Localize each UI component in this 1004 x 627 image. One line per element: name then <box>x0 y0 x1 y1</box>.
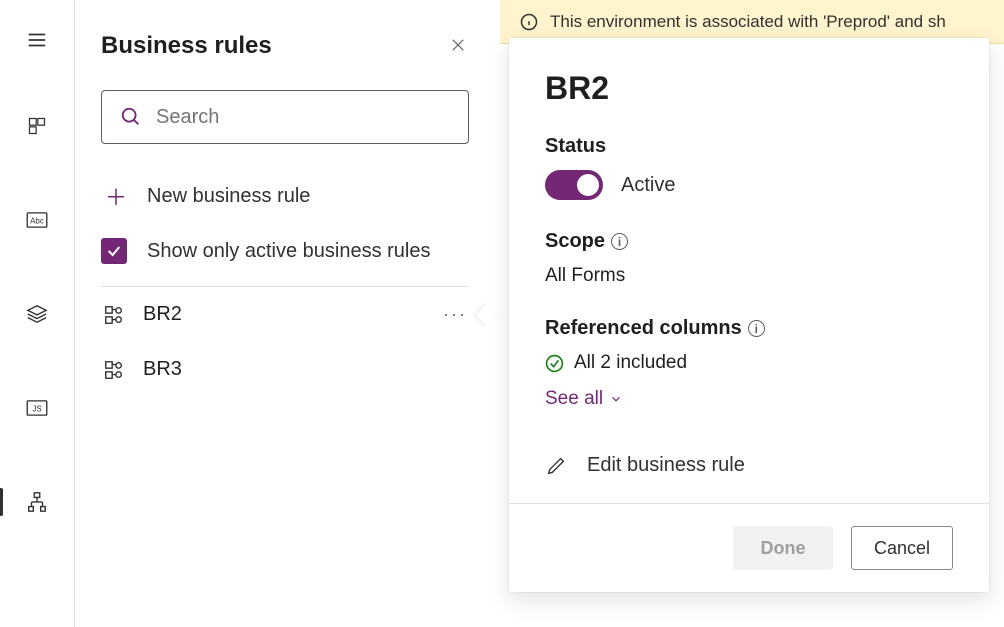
rule-row-br3[interactable]: BR3 <box>101 342 469 397</box>
new-rule-label: New business rule <box>147 185 310 208</box>
status-toggle[interactable] <box>545 170 603 200</box>
search-icon <box>120 106 142 128</box>
rule-row-br2[interactable]: BR2 ··· <box>101 287 469 342</box>
banner-text: This environment is associated with 'Pre… <box>550 12 946 32</box>
search-input[interactable] <box>156 106 450 129</box>
check-circle-icon <box>545 354 564 373</box>
nav-layers-icon[interactable] <box>17 294 57 334</box>
rule-details-flyout: BR2 Status Active Scope i All Forms Refe… <box>509 38 989 592</box>
flyout-pointer <box>476 303 499 326</box>
info-icon[interactable]: i <box>748 320 765 337</box>
done-button[interactable]: Done <box>733 526 833 570</box>
see-all-label: See all <box>545 388 603 410</box>
info-icon <box>520 13 538 31</box>
scope-value: All Forms <box>545 265 953 287</box>
flyout-title: BR2 <box>545 70 953 107</box>
nav-business-rules-icon[interactable] <box>17 482 57 522</box>
status-label: Status <box>545 135 953 158</box>
show-active-label: Show only active business rules <box>147 240 430 263</box>
business-rule-icon <box>103 359 125 381</box>
info-icon[interactable]: i <box>611 233 628 250</box>
svg-text:Abc: Abc <box>30 217 44 226</box>
edit-business-rule-button[interactable]: Edit business rule <box>545 454 953 477</box>
see-all-link[interactable]: See all <box>545 388 953 410</box>
check-icon <box>106 243 122 259</box>
nav-js-icon[interactable]: JS <box>17 388 57 428</box>
refcols-value: All 2 included <box>574 352 687 374</box>
rule-name: BR2 <box>143 303 182 326</box>
nav-apps-icon[interactable] <box>17 106 57 146</box>
scope-label: Scope <box>545 230 605 253</box>
nav-abc-icon[interactable]: Abc <box>17 200 57 240</box>
status-value: Active <box>621 174 675 197</box>
pencil-icon <box>545 455 567 477</box>
panel-close-button[interactable] <box>449 36 469 56</box>
refcols-label: Referenced columns <box>545 317 742 340</box>
rule-name: BR3 <box>143 358 182 381</box>
chevron-down-icon <box>609 392 623 406</box>
search-box[interactable] <box>101 90 469 144</box>
rule-more-button[interactable]: ··· <box>443 304 467 325</box>
business-rule-icon <box>103 304 125 326</box>
cancel-button[interactable]: Cancel <box>851 526 953 570</box>
nav-rail: Abc JS <box>0 0 75 627</box>
svg-text:JS: JS <box>32 405 41 414</box>
new-business-rule-button[interactable]: ＋ New business rule <box>101 172 469 234</box>
panel-title: Business rules <box>101 32 272 60</box>
edit-label: Edit business rule <box>587 454 745 477</box>
business-rules-panel: Business rules ＋ New business rule Show … <box>75 0 495 627</box>
show-active-checkbox[interactable] <box>101 238 127 264</box>
hamburger-icon[interactable] <box>25 28 49 52</box>
plus-icon: ＋ <box>105 180 127 212</box>
